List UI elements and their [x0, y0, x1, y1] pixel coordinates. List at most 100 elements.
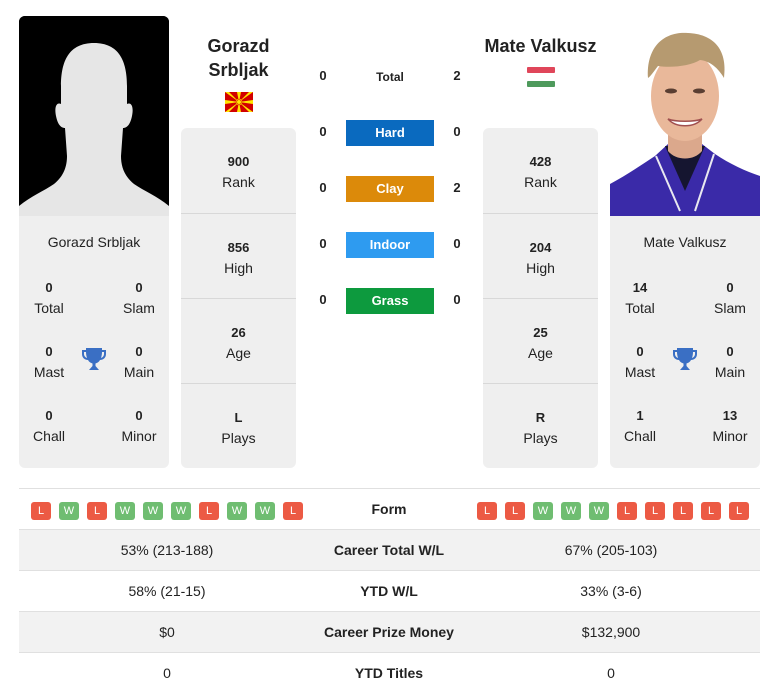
- h2h-total-label: Total: [376, 70, 404, 84]
- stat-row-ytd-wl: 58% (21-15) YTD W/L 33% (3-6): [19, 571, 760, 612]
- titles-minor-label: Minor: [712, 428, 748, 444]
- stat-label: YTD Titles: [354, 665, 424, 681]
- h2h-grass-right: 0: [453, 292, 461, 307]
- titles-total-value: 14: [632, 280, 648, 295]
- h2h-clay-right: 2: [453, 180, 461, 195]
- high-value: 856: [227, 240, 250, 255]
- player-right-form-badge-loss: L: [505, 502, 525, 520]
- titles-main: 0 Main: [109, 342, 169, 382]
- plays-cell: L Plays: [181, 383, 296, 468]
- h2h-grass-left: 0: [319, 292, 327, 307]
- stat-right-value: 67% (205-103): [564, 542, 658, 558]
- titles-total-label: Total: [34, 300, 64, 316]
- player-left-name[interactable]: Gorazd Srbljak: [181, 34, 296, 82]
- player-right-form-badge-loss: L: [477, 502, 497, 520]
- stat-right-value: $132,900: [581, 624, 641, 640]
- titles-total-value: 0: [45, 280, 53, 295]
- titles-chall-label: Chall: [33, 428, 65, 444]
- age-value: 25: [533, 325, 548, 340]
- stat-row-career-prize-money: $0 Career Prize Money $132,900: [19, 612, 760, 653]
- h2h-hard-left: 0: [319, 124, 327, 139]
- age-value: 26: [231, 325, 246, 340]
- player-right-rank-card: 428 Rank 204 High 25 Age R Plays: [483, 128, 598, 468]
- form-row: LWLWWWLWWL Form LLWWWLLLLL: [19, 488, 760, 530]
- player-right-name[interactable]: Mate Valkusz: [470, 34, 611, 58]
- stat-row-ytd-titles: 0 YTD Titles 0: [19, 653, 760, 694]
- player-left-form-badge-win: W: [115, 502, 135, 520]
- titles-mast-value: 0: [45, 344, 53, 359]
- titles-minor: 0 Minor: [109, 406, 169, 446]
- player-left-first-name: Gorazd: [207, 36, 270, 56]
- player-right-form-badge-loss: L: [729, 502, 749, 520]
- player-left-card-name: Gorazd Srbljak: [47, 234, 141, 250]
- plays-value: R: [535, 410, 546, 425]
- stat-right-value: 33% (3-6): [580, 583, 642, 599]
- titles-main-label: Main: [123, 364, 155, 380]
- rank-label: Rank: [222, 174, 255, 190]
- titles-mast-label: Mast: [33, 364, 65, 380]
- north-macedonia-flag-icon: [225, 92, 253, 112]
- player-left-form-badge-win: W: [171, 502, 191, 520]
- titles-main: 0 Main: [700, 342, 760, 382]
- titles-total: 0 Total: [19, 278, 79, 318]
- stat-label: Career Total W/L: [333, 542, 445, 558]
- trophy-icon: [672, 346, 698, 372]
- form-label: Form: [371, 501, 407, 517]
- player-right-titles-card: Mate Valkusz 14 Total 0 Slam 0 Mast 0 Ma…: [610, 216, 760, 468]
- age-label: Age: [528, 345, 553, 361]
- player-left-titles-card: Gorazd Srbljak 0 Total 0 Slam 0 Mast 0 M…: [19, 216, 169, 468]
- hungary-flag-icon: [527, 67, 555, 87]
- player-left-form-badge-win: W: [255, 502, 275, 520]
- stat-right-value: 0: [607, 665, 615, 681]
- titles-chall-value: 0: [45, 408, 53, 423]
- titles-chall: 1 Chall: [610, 406, 670, 446]
- player-right-form-badge-loss: L: [617, 502, 637, 520]
- titles-minor: 13 Minor: [700, 406, 760, 446]
- titles-chall-label: Chall: [624, 428, 656, 444]
- titles-main-value: 0: [135, 344, 143, 359]
- surface-hard-button[interactable]: Hard: [346, 120, 434, 146]
- high-value: 204: [529, 240, 552, 255]
- player-left-form-badge-win: W: [59, 502, 79, 520]
- titles-minor-label: Minor: [121, 428, 157, 444]
- high-label: High: [224, 260, 253, 276]
- h2h-indoor-right: 0: [453, 236, 461, 251]
- titles-minor-value: 0: [135, 408, 143, 423]
- player-left-photo: [19, 16, 169, 216]
- player-left-rank-card: 900 Rank 856 High 26 Age L Plays: [181, 128, 296, 468]
- titles-main-label: Main: [714, 364, 746, 380]
- high-cell: 204 High: [483, 213, 598, 298]
- age-cell: 26 Age: [181, 298, 296, 383]
- h2h-clay-left: 0: [319, 180, 327, 195]
- player-left-form-badge-loss: L: [199, 502, 219, 520]
- surface-indoor-button[interactable]: Indoor: [346, 232, 434, 258]
- titles-minor-value: 13: [722, 408, 738, 423]
- player-right-form-badge-win: W: [533, 502, 553, 520]
- stat-label: YTD W/L: [360, 583, 418, 599]
- titles-mast-value: 0: [636, 344, 644, 359]
- h2h-total-right: 2: [453, 68, 461, 83]
- titles-slam: 0 Slam: [109, 278, 169, 318]
- titles-chall: 0 Chall: [19, 406, 79, 446]
- rank-value: 428: [529, 154, 552, 169]
- titles-total: 14 Total: [610, 278, 670, 318]
- age-cell: 25 Age: [483, 298, 598, 383]
- player-left-form-badge-loss: L: [87, 502, 107, 520]
- rank-value: 900: [227, 154, 250, 169]
- titles-mast-label: Mast: [624, 364, 656, 380]
- player-left-form-badge-win: W: [227, 502, 247, 520]
- rank-cell: 428 Rank: [483, 128, 598, 213]
- h2h-hard-right: 0: [453, 124, 461, 139]
- stat-label: Career Prize Money: [324, 624, 454, 640]
- surface-grass-button[interactable]: Grass: [346, 288, 434, 314]
- titles-mast: 0 Mast: [19, 342, 79, 382]
- stat-left-value: 0: [163, 665, 171, 681]
- titles-slam-value: 0: [135, 280, 143, 295]
- titles-slam-label: Slam: [123, 300, 155, 316]
- rank-label: Rank: [524, 174, 557, 190]
- player-left-form-badge-loss: L: [283, 502, 303, 520]
- player-right-photo: [610, 16, 760, 216]
- surface-clay-button[interactable]: Clay: [346, 176, 434, 202]
- high-label: High: [526, 260, 555, 276]
- plays-cell: R Plays: [483, 383, 598, 468]
